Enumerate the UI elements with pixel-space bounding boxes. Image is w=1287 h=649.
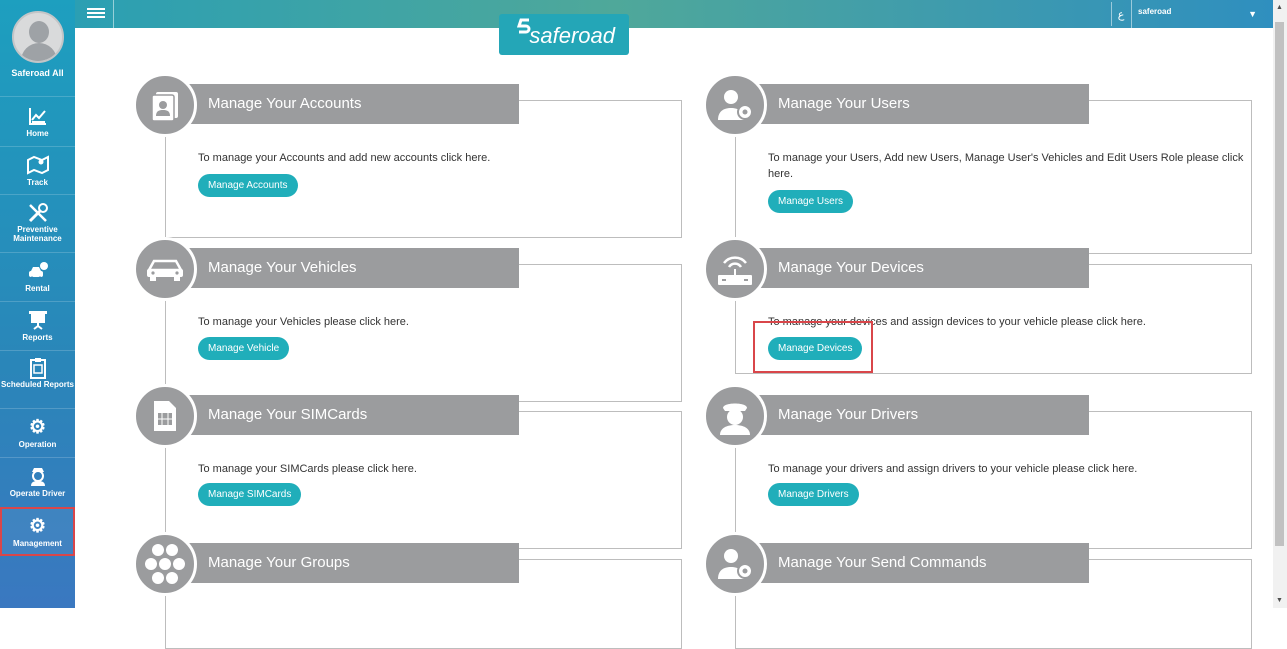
hexagons-icon	[133, 532, 197, 596]
account-card-icon	[133, 73, 197, 137]
simcard-icon	[133, 384, 197, 448]
highlight-box	[753, 321, 873, 373]
divider	[113, 0, 114, 28]
car-rental-icon	[0, 261, 75, 282]
card-title: Manage Your Vehicles	[171, 248, 519, 288]
caret-down-icon: ▼	[1248, 9, 1257, 19]
card-title: Manage Your Accounts	[171, 84, 519, 124]
hamburger-menu-icon[interactable]	[83, 6, 111, 22]
sidebar-item-label: Home	[26, 129, 49, 138]
car-icon	[133, 237, 197, 301]
sidebar-item-label: Scheduled Reports	[1, 380, 74, 389]
scrollbar[interactable]: ▲ ▼	[1273, 0, 1287, 608]
manage-button[interactable]: Manage SIMCards	[198, 483, 302, 506]
saferoad-logo: saferoad	[499, 14, 629, 55]
card-title: Manage Your SIMCards	[171, 395, 519, 435]
sidebar-item-reports[interactable]: Reports	[0, 301, 75, 350]
sidebar-item-scheduled-reports[interactable]: Scheduled Reports	[0, 350, 75, 408]
sidebar-item-operate-driver[interactable]: Operate Driver	[0, 457, 75, 506]
sidebar: Saferoad All Home Track Preventive Maint…	[0, 0, 75, 608]
chart-icon	[0, 106, 75, 127]
user-gear-icon	[703, 73, 767, 137]
sidebar-item-label: Rental	[25, 284, 50, 293]
presentation-icon	[0, 310, 75, 331]
avatar[interactable]	[12, 11, 64, 63]
sidebar-item-label: Preventive Maintenance	[13, 225, 62, 243]
manage-button[interactable]: Manage Drivers	[768, 483, 859, 506]
user-menu[interactable]: saferoad ▼	[1131, 0, 1273, 28]
language-toggle[interactable]: ع	[1111, 2, 1130, 26]
user-menu-label: saferoad	[1138, 7, 1172, 16]
sidebar-item-operation[interactable]: ⚙ Operation	[0, 408, 75, 457]
card-title: Manage Your Users	[741, 84, 1089, 124]
card-title: Manage Your Drivers	[741, 395, 1089, 435]
manage-button[interactable]: Manage Users	[768, 190, 854, 213]
sidebar-item-management[interactable]: ⚙ Management	[0, 507, 75, 556]
logo-text: saferoad	[529, 23, 615, 48]
driver-icon	[703, 384, 767, 448]
map-icon	[0, 155, 75, 176]
gears-icon: ⚙	[28, 516, 47, 537]
scroll-thumb[interactable]	[1275, 22, 1284, 546]
sidebar-item-label: Reports	[22, 333, 53, 342]
user-gear-icon	[703, 532, 767, 596]
manage-button[interactable]: Manage Vehicle	[198, 337, 290, 360]
scroll-down-icon[interactable]: ▼	[1276, 597, 1283, 604]
sidebar-item-label: Operate Driver	[9, 489, 66, 498]
clipboard-icon	[0, 357, 75, 379]
card-description: To manage your SIMCards please click her…	[198, 463, 417, 475]
sidebar-item-label: Operation	[18, 440, 57, 449]
driver-icon	[0, 466, 75, 487]
sidebar-item-label: Management	[13, 539, 62, 548]
sidebar-user-name: Saferoad All	[11, 68, 64, 78]
manage-button[interactable]: Manage Accounts	[198, 174, 298, 197]
sidebar-item-rental[interactable]: Rental	[0, 252, 75, 301]
router-icon	[703, 237, 767, 301]
sidebar-item-label: Track	[27, 178, 48, 187]
sidebar-item-home[interactable]: Home	[0, 96, 75, 146]
gears-icon: ⚙	[28, 417, 47, 438]
card-description: To manage your drivers and assign driver…	[768, 463, 1138, 475]
sidebar-item-track[interactable]: Track	[0, 146, 75, 194]
card-title: Manage Your Send Commands	[741, 543, 1089, 583]
top-bar: ع saferoad ▼	[75, 0, 1273, 28]
scroll-up-icon[interactable]: ▲	[1276, 4, 1283, 11]
card-title: Manage Your Devices	[741, 248, 1089, 288]
card-description: To manage your Users, Add new Users, Man…	[768, 152, 1244, 180]
card-description: To manage your Accounts and add new acco…	[198, 152, 491, 164]
saferoad-mark-icon	[516, 18, 531, 41]
sidebar-item-preventive-maintenance[interactable]: Preventive Maintenance	[0, 194, 75, 252]
card-description: To manage your Vehicles please click her…	[198, 316, 409, 328]
tools-icon	[0, 202, 75, 223]
card-title: Manage Your Groups	[171, 543, 519, 583]
